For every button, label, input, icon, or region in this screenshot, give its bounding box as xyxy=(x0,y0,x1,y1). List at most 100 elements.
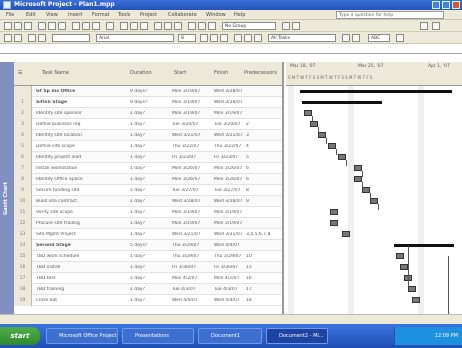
cell-pred[interactable]: 9 xyxy=(246,199,282,204)
task-bar[interactable] xyxy=(354,176,362,182)
menu-tools[interactable]: Tools xyxy=(118,12,130,18)
entry-bar[interactable] xyxy=(0,44,462,54)
cell-pred[interactable]: 17 xyxy=(246,287,282,292)
cell-finish[interactable]: Wed 3/28/07 xyxy=(214,89,244,94)
cell-start[interactable]: Fri 3/23/07 xyxy=(172,155,212,160)
show-select[interactable] xyxy=(52,34,90,42)
cell-pred[interactable]: 6 xyxy=(246,166,282,171)
cell-start[interactable]: Tue 4/3/07 xyxy=(172,287,212,292)
cell-finish[interactable]: Mon 3/19/07 xyxy=(214,111,244,116)
cell-pred[interactable]: 3,4,5,6,7,8 xyxy=(246,232,282,237)
cell-dur[interactable]: 1 day? xyxy=(130,276,170,281)
taskbar-item[interactable]: Microsoft Office Project xyxy=(46,328,118,344)
col-finish-header[interactable]: Finish xyxy=(214,70,228,76)
task-bar[interactable] xyxy=(330,220,338,226)
task-bar[interactable] xyxy=(342,231,350,237)
print-icon[interactable] xyxy=(38,22,46,30)
cell-dur[interactable]: 1 day? xyxy=(130,122,170,127)
cell-finish[interactable]: Wed 3/28/07 xyxy=(214,199,244,204)
cell-start[interactable]: Wed 3/21/07 xyxy=(172,232,212,237)
task-bar[interactable] xyxy=(412,297,420,303)
cell-finish[interactable]: Mon 4/2/07 xyxy=(214,276,244,281)
view-bar[interactable]: Gantt Chart xyxy=(0,62,14,314)
cell-name[interactable]: Site Mgmt Project xyxy=(36,232,128,237)
cell-finish[interactable]: Mon 3/19/07 xyxy=(214,210,244,215)
cell-name[interactable]: Identify Office Space xyxy=(36,177,128,182)
cell-pred[interactable]: 3 xyxy=(246,133,282,138)
cell-finish[interactable]: Fri 3/30/07 xyxy=(214,265,244,270)
table-row[interactable]: 15 TBD work schedule 1 day? Thu 3/29/07 Thu … xyxy=(14,251,282,262)
dependency-line[interactable] xyxy=(312,116,313,122)
cell-name[interactable]: Install workstation xyxy=(36,166,128,171)
cell-finish[interactable]: Fri 3/23/07 xyxy=(214,155,244,160)
dependency-line[interactable] xyxy=(362,182,363,188)
undo-icon[interactable] xyxy=(106,22,114,30)
cell-name[interactable]: Sitlon Stage xyxy=(36,100,128,105)
task-bar[interactable] xyxy=(408,286,416,292)
taskbar-item[interactable]: Document2 - Mi... xyxy=(266,328,328,344)
minimize-button[interactable] xyxy=(432,1,440,9)
cell-start[interactable]: Mon 3/19/07 xyxy=(172,221,212,226)
table-row[interactable]: 8 Identify Office Space 1 day? Mon 3/26/07 M… xyxy=(14,174,282,185)
cell-name[interactable]: TBD work schedule xyxy=(36,254,128,259)
cell-name[interactable]: TBD install xyxy=(36,265,128,270)
cell-dur[interactable]: 1 day? xyxy=(130,155,170,160)
menu-format[interactable]: Format xyxy=(92,12,110,18)
cell-dur[interactable]: 1 day? xyxy=(130,111,170,116)
menu-insert[interactable]: Insert xyxy=(68,12,82,18)
row-id[interactable]: 19 xyxy=(14,295,32,306)
table-row[interactable]: 13 Site Mgmt Project 1 day? Wed 3/21/07 Wed … xyxy=(14,229,282,240)
table-row[interactable]: 6 Identify project lead 1 day? Fri 3/23/07 F… xyxy=(14,152,282,163)
cell-start[interactable]: Mon 3/19/07 xyxy=(172,100,212,105)
taskbar-item[interactable]: Document1 xyxy=(198,328,262,344)
cell-finish[interactable]: Mon 3/19/07 xyxy=(214,221,244,226)
cell-finish[interactable]: Wed 3/21/07 xyxy=(214,232,244,237)
cell-name[interactable]: Define business req xyxy=(36,122,128,127)
dependency-line[interactable] xyxy=(362,171,363,177)
cell-start[interactable]: Mon 3/26/07 xyxy=(172,166,212,171)
cell-dur[interactable]: 1 day? xyxy=(130,298,170,303)
cell-start[interactable]: Wed 3/28/07 xyxy=(172,199,212,204)
cell-dur[interactable]: 1 day? xyxy=(130,210,170,215)
task-bar[interactable] xyxy=(396,253,404,259)
row-id[interactable]: 5 xyxy=(14,141,32,152)
cell-name[interactable]: Build site contract xyxy=(36,199,128,204)
cell-pred[interactable]: 18 xyxy=(246,298,282,303)
table-row[interactable]: 18 TBD training 1 day? Tue 4/3/07 Tue 4/3/07… xyxy=(14,284,282,295)
cell-pred[interactable]: 6 xyxy=(246,177,282,182)
filter-select[interactable]: All Tasks xyxy=(268,34,336,42)
cell-start[interactable]: Thu 3/29/07 xyxy=(172,254,212,259)
dependency-line[interactable] xyxy=(318,127,319,133)
row-id[interactable]: 15 xyxy=(14,251,32,262)
close-button[interactable] xyxy=(452,1,460,9)
table-row[interactable]: 2 Identify site sponsor 1 day? Mon 3/19/07 M… xyxy=(14,108,282,119)
abc-button[interactable]: ABC xyxy=(368,34,390,42)
hide-subtasks-icon[interactable] xyxy=(38,34,46,42)
cell-name[interactable]: Identify site sponsor xyxy=(36,111,128,116)
row-id[interactable]: 10 xyxy=(14,196,32,207)
cell-start[interactable]: Thu 3/29/07 xyxy=(172,243,212,248)
cell-start[interactable]: Wed 3/21/07 xyxy=(172,133,212,138)
outdent-icon[interactable] xyxy=(4,34,12,42)
cell-pred[interactable]: 8 xyxy=(246,188,282,193)
col-duration-header[interactable]: Duration xyxy=(130,70,152,76)
cell-dur[interactable]: 1 day? xyxy=(130,166,170,171)
zoom-out-icon[interactable] xyxy=(198,22,206,30)
cell-finish[interactable]: Thu 3/29/07 xyxy=(214,254,244,259)
cell-start[interactable]: Mon 3/19/07 xyxy=(172,111,212,116)
row-id[interactable]: 8 xyxy=(14,174,32,185)
paste-icon[interactable] xyxy=(92,22,100,30)
dependency-line[interactable] xyxy=(370,193,371,199)
cell-dur[interactable]: 1 day? xyxy=(130,254,170,259)
menu-help[interactable]: Help xyxy=(234,12,245,18)
indent-icon[interactable] xyxy=(14,34,22,42)
italic-icon[interactable] xyxy=(210,34,218,42)
cell-finish[interactable]: Wed 3/28/07 xyxy=(214,100,244,105)
dependency-line[interactable] xyxy=(336,149,337,155)
table-row[interactable]: 3 Define business req 1 day? Tue 3/20/07 Tue… xyxy=(14,119,282,130)
cell-dur[interactable]: 1 day? xyxy=(130,133,170,138)
cell-start[interactable]: Tue 3/20/07 xyxy=(172,122,212,127)
table-row[interactable]: 17 TBD test 1 day? Mon 4/2/07 Mon 4/2/07 16 xyxy=(14,273,282,284)
center-icon[interactable] xyxy=(244,34,252,42)
dependency-line[interactable] xyxy=(326,138,327,144)
